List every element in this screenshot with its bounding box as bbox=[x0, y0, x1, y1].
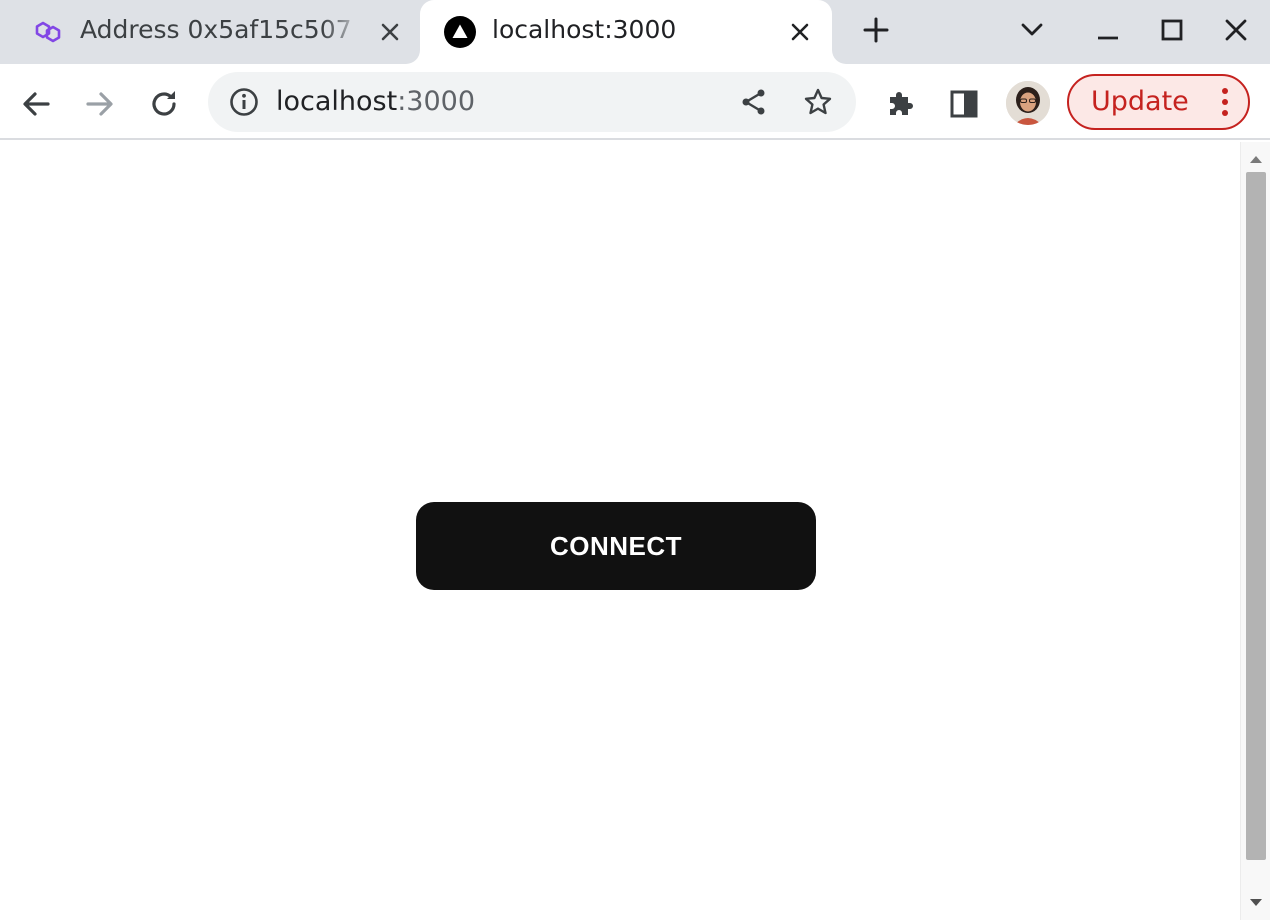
connect-button[interactable]: CONNECT bbox=[416, 502, 816, 590]
tab-title: localhost:3000 bbox=[492, 15, 677, 44]
triangle-app-icon bbox=[442, 14, 478, 50]
side-panel-button[interactable] bbox=[942, 82, 986, 126]
back-button[interactable] bbox=[14, 82, 58, 126]
window-close-button[interactable] bbox=[1214, 10, 1258, 50]
update-button[interactable]: Update bbox=[1067, 74, 1250, 130]
url-text[interactable]: localhost:3000 bbox=[276, 72, 475, 132]
chevron-down-icon bbox=[1021, 23, 1043, 36]
arrow-left-icon bbox=[23, 92, 50, 116]
puzzle-icon bbox=[890, 92, 913, 115]
close-icon bbox=[1225, 19, 1247, 41]
tab-title: Address 0x5af15c507 bbox=[80, 15, 352, 44]
minimize-button[interactable] bbox=[1086, 10, 1130, 50]
page-viewport: CONNECT bbox=[0, 142, 1270, 920]
maximize-icon bbox=[1161, 19, 1183, 41]
new-tab-button[interactable] bbox=[854, 10, 898, 50]
tab-strip: Address 0x5af15c507 localhost:3000 bbox=[0, 0, 1270, 64]
info-icon[interactable] bbox=[226, 84, 262, 120]
plus-icon bbox=[863, 17, 889, 43]
tab-close-icon[interactable] bbox=[782, 14, 818, 50]
forward-button[interactable] bbox=[78, 82, 122, 126]
address-bar[interactable]: localhost:3000 bbox=[208, 72, 856, 132]
url-port: :3000 bbox=[397, 86, 476, 117]
reload-button[interactable] bbox=[142, 82, 186, 126]
star-icon[interactable] bbox=[800, 84, 836, 120]
share-icon[interactable] bbox=[736, 84, 772, 120]
browser-toolbar: localhost:3000 Update bbox=[0, 64, 1270, 140]
tab-search-button[interactable] bbox=[1010, 10, 1054, 50]
side-panel-icon bbox=[950, 90, 978, 118]
scroll-up-arrow-icon[interactable] bbox=[1241, 146, 1270, 172]
reload-icon bbox=[152, 91, 176, 116]
url-host: localhost bbox=[276, 86, 398, 117]
polygon-logo-icon bbox=[30, 14, 66, 50]
tab-close-icon[interactable] bbox=[372, 14, 408, 50]
scroll-down-arrow-icon[interactable] bbox=[1241, 890, 1270, 916]
arrow-right-icon bbox=[86, 92, 113, 116]
more-vert-icon[interactable] bbox=[1215, 84, 1235, 120]
profile-avatar[interactable] bbox=[1006, 81, 1050, 125]
extensions-button[interactable] bbox=[878, 82, 922, 126]
tab-address[interactable]: Address 0x5af15c507 bbox=[0, 0, 418, 64]
update-label: Update bbox=[1091, 86, 1189, 117]
minimize-icon bbox=[1098, 36, 1118, 40]
scrollbar-thumb[interactable] bbox=[1246, 172, 1266, 860]
vertical-scrollbar[interactable] bbox=[1240, 142, 1270, 920]
tab-localhost[interactable]: localhost:3000 bbox=[420, 0, 832, 64]
maximize-button[interactable] bbox=[1150, 10, 1194, 50]
